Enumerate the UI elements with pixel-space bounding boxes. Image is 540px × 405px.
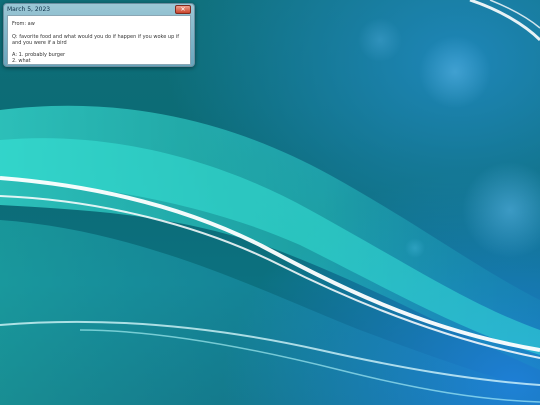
window-titlebar[interactable]: March 5, 2023 ✕ <box>4 4 194 15</box>
close-icon: ✕ <box>180 5 186 13</box>
message-window[interactable]: March 5, 2023 ✕ From: aw Q: favorite foo… <box>3 3 195 67</box>
close-button[interactable]: ✕ <box>175 5 191 14</box>
answer-line-2: 2. what <box>12 58 31 64</box>
window-title: March 5, 2023 <box>7 6 51 13</box>
message-body: From: aw Q: favorite food and what would… <box>7 15 191 65</box>
from-line: From: aw <box>12 21 35 27</box>
question-text: Q: favorite food and what would you do i… <box>12 34 179 46</box>
